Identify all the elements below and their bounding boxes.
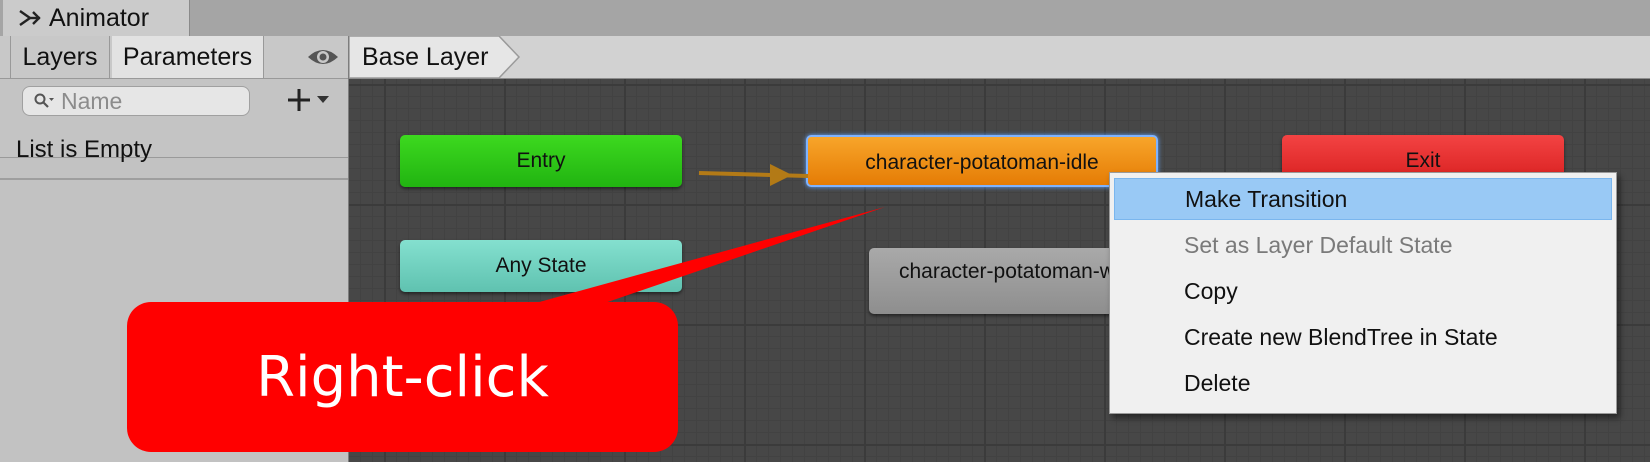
animator-tab-label: Animator xyxy=(49,3,150,32)
menu-item-copy[interactable]: Copy xyxy=(1114,270,1612,312)
menu-item-delete[interactable]: Delete xyxy=(1114,362,1612,404)
menu-item-set-default-state[interactable]: Set as Layer Default State xyxy=(1114,224,1612,266)
search-input[interactable] xyxy=(61,88,231,114)
tab-parameters[interactable]: Parameters xyxy=(112,36,264,78)
state-node-label: character-potatoman-idle xyxy=(865,151,1099,174)
plus-dropdown-icon[interactable] xyxy=(286,85,336,115)
animator-window: Animator Layers Parameters Name List is … xyxy=(0,0,1650,462)
window-titlebar: Animator xyxy=(0,0,1650,36)
state-node-label: Entry xyxy=(516,149,566,172)
menu-item-create-blendtree[interactable]: Create new BlendTree in State xyxy=(1114,316,1612,358)
state-node-idle[interactable]: character-potatoman-idle xyxy=(806,135,1158,187)
search-field[interactable] xyxy=(22,86,250,116)
tab-layers[interactable]: Layers xyxy=(10,36,110,78)
menu-item-make-transition[interactable]: Make Transition xyxy=(1114,178,1612,220)
state-node-label: Any State xyxy=(495,254,587,277)
context-menu: Make Transition Set as Layer Default Sta… xyxy=(1109,172,1617,414)
state-node-label: character-potatoman-walk xyxy=(899,260,1142,283)
search-icon xyxy=(34,93,54,108)
state-node-any-state[interactable]: Any State xyxy=(400,240,682,292)
panel-tabs: Layers Parameters xyxy=(0,36,348,79)
list-divider xyxy=(0,178,348,180)
animator-tab[interactable]: Animator xyxy=(3,0,190,36)
empty-list-message: List is Empty xyxy=(16,136,153,163)
animator-icon xyxy=(19,10,41,26)
breadcrumb-item-base-layer[interactable]: Base Layer xyxy=(362,43,488,72)
callout-label: Right-click xyxy=(256,344,549,410)
breadcrumb: Base Layer xyxy=(349,36,1650,79)
right-click-callout: Right-click xyxy=(127,302,678,452)
state-node-entry[interactable]: Entry xyxy=(400,135,682,187)
eye-icon[interactable] xyxy=(306,45,340,69)
